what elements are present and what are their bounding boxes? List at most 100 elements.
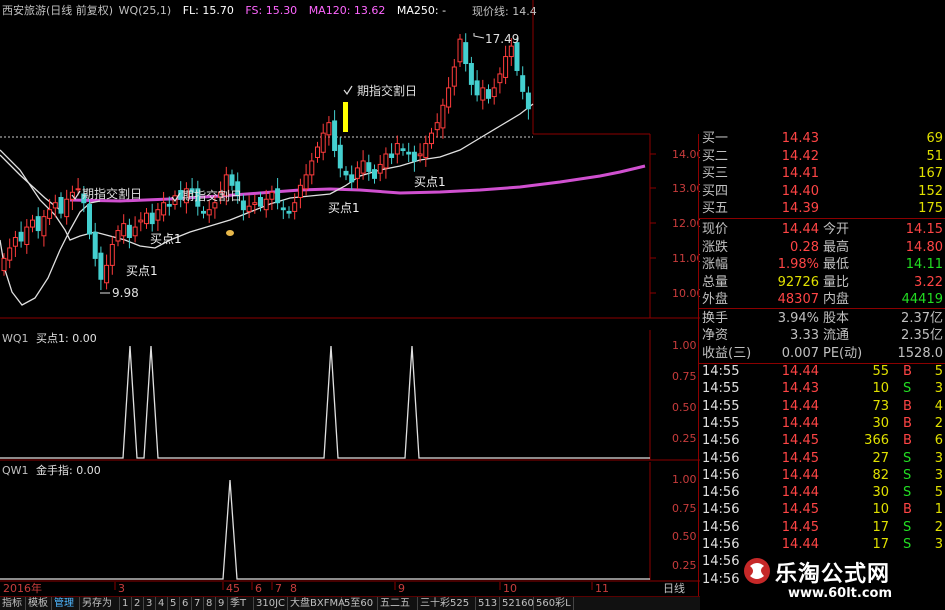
bid-row[interactable]: 买二 14.42 51	[699, 148, 945, 165]
wq-curve	[0, 103, 534, 249]
tick-row[interactable]: 14:55 14.44 73 B 4	[699, 398, 945, 415]
ma120-value: MA120: 13.62	[308, 4, 386, 17]
tick-row[interactable]: 14:55 14.44 55 B 5	[699, 363, 945, 380]
indicator-tab[interactable]: 模板	[26, 597, 52, 610]
stat-value: 14.15	[905, 222, 943, 237]
candle-body	[406, 151, 412, 155]
indicator-tab[interactable]: 三十彩525	[418, 597, 476, 610]
tick-count: 3	[934, 537, 943, 552]
date-month: 8	[290, 582, 297, 595]
wq1-header: WQ1 买点1: 0.00	[2, 330, 97, 346]
tick-row[interactable]: 14:56 14.45 366 B 6	[699, 432, 945, 449]
bid-name: 买五	[702, 201, 729, 216]
candle-body	[337, 144, 343, 169]
indicator-tab[interactable]: 五二五	[378, 597, 418, 610]
tick-price: 14.44	[781, 485, 819, 501]
kline-chart-area[interactable]: 14.00 13.00 12.00 11.00 10.00 17.49 9.98…	[0, 0, 700, 600]
candle-body	[343, 170, 349, 176]
indicator-tab[interactable]: 560彩L	[534, 597, 574, 610]
candle-body	[258, 197, 263, 207]
date-month: 4	[226, 582, 233, 595]
tick-price: 14.45	[781, 519, 819, 535]
tick-row[interactable]: 14:56 14.44 82 S 3	[699, 467, 945, 484]
tick-side: B	[903, 364, 912, 379]
fin-row[interactable]: 换手 3.94% 股本 2.37亿	[699, 310, 945, 327]
indicator-tab[interactable]: 季T	[228, 597, 254, 610]
indicator-tab[interactable]: 5至60	[342, 597, 378, 610]
buy-label-3: 买点1	[328, 201, 360, 215]
tick-volume: 366	[864, 433, 889, 449]
indicator-tab[interactable]: 2	[132, 597, 144, 610]
date-month: 11	[595, 582, 609, 595]
bid-row[interactable]: 买五 14.39 175	[699, 200, 945, 217]
candle-body	[326, 122, 332, 136]
tick-volume: 30	[872, 485, 889, 501]
tick-row[interactable]: 14:56 14.45 17 S 2	[699, 519, 945, 536]
candle-body	[161, 202, 167, 216]
indicator-tab[interactable]: 310JC	[254, 597, 288, 610]
candle-body	[144, 212, 149, 225]
candle-body	[41, 216, 47, 237]
fin-value: 3.33	[790, 328, 819, 344]
candle-body	[451, 66, 457, 87]
qizhi-label-2: 期指交割日	[182, 188, 242, 203]
tick-price: 14.44	[781, 537, 819, 552]
fin-row[interactable]: 净资 3.33 流通 2.35亿	[699, 327, 945, 344]
stat-row[interactable]: 涨幅 1.98% 最低 14.11	[699, 256, 945, 273]
fin-row[interactable]: 收益(三) 0.007 PE(动) 1528.0	[699, 345, 945, 362]
stat-row[interactable]: 总量 92726 量比 3.22	[699, 274, 945, 291]
candle-body	[389, 153, 395, 158]
tick-time: 14:56	[702, 467, 740, 483]
stat-value: 44419	[901, 292, 943, 308]
bid-row[interactable]: 买三 14.41 167	[699, 165, 945, 182]
tick-price: 14.44	[781, 364, 819, 379]
highlight-candle	[343, 102, 348, 132]
qw1-ticks: 1.00 0.75 0.50 0.25	[672, 473, 697, 572]
bid-volume: 51	[926, 148, 943, 164]
stat-row[interactable]: 现价 14.44 今开 14.15	[699, 221, 945, 238]
indicator-tab[interactable]: 管理	[52, 597, 80, 610]
buy-label-1: 买点1	[150, 232, 182, 246]
tick-row[interactable]: 14:55 14.44 30 B 2	[699, 415, 945, 432]
tick-price: 14.44	[781, 467, 819, 483]
bid-row[interactable]: 买四 14.40 152	[699, 183, 945, 200]
indicator-tab[interactable]: 另存为	[80, 597, 120, 610]
indicator-tab[interactable]: 指标	[0, 597, 26, 610]
candle-body	[349, 174, 355, 183]
candle-body	[35, 216, 41, 232]
indicator-tab[interactable]: 5	[168, 597, 180, 610]
indicator-tab[interactable]: 9	[216, 597, 228, 610]
indicator-tab[interactable]: 4	[156, 597, 168, 610]
tick-volume: 10	[872, 502, 889, 518]
indicator-tab[interactable]: 8	[204, 597, 216, 610]
tick-row[interactable]: 14:56 14.44 30 S 5	[699, 484, 945, 501]
tick-row[interactable]: 14:56 14.44 17 S 3	[699, 536, 945, 553]
candle-body	[400, 148, 406, 152]
tick-row[interactable]: 14:56 14.45 27 S 3	[699, 450, 945, 467]
stat-row[interactable]: 外盘 48307 内盘 44419	[699, 291, 945, 308]
fs-value: FS: 15.30	[245, 4, 298, 17]
bid-row[interactable]: 买一 14.43 69	[699, 130, 945, 147]
indicator-tab[interactable]: 7	[192, 597, 204, 610]
candle-body	[286, 210, 292, 214]
tick-row[interactable]: 14:55 14.43 10 S 3	[699, 380, 945, 397]
tick-time: 14:55	[702, 398, 740, 414]
indicator-tab[interactable]: 52160	[500, 597, 534, 610]
candle-body	[360, 160, 366, 174]
stat-row[interactable]: 涨跌 0.28 最高 14.80	[699, 239, 945, 256]
tick-row[interactable]: 14:56 14.45 10 B 1	[699, 501, 945, 518]
indicator-tab[interactable]: 6	[180, 597, 192, 610]
candle-body	[320, 132, 326, 153]
candle-body	[417, 153, 423, 157]
candle-body	[508, 45, 514, 58]
stat-label: 最低	[823, 257, 850, 273]
indicator-tab[interactable]: 513	[476, 597, 500, 610]
tick-price: 14.45	[781, 450, 819, 466]
indicator-tab[interactable]: 1	[120, 597, 132, 610]
date-axis: 2016年 3 4 5 6 7 8 9 10 11 日线	[3, 581, 685, 595]
candle-body	[292, 202, 298, 212]
tick-time: 14:56	[702, 519, 740, 535]
indicator-tab[interactable]: 3	[144, 597, 156, 610]
fin-label: PE(动)	[823, 345, 863, 361]
indicator-tab[interactable]: 大盘BXFMA	[288, 597, 345, 610]
